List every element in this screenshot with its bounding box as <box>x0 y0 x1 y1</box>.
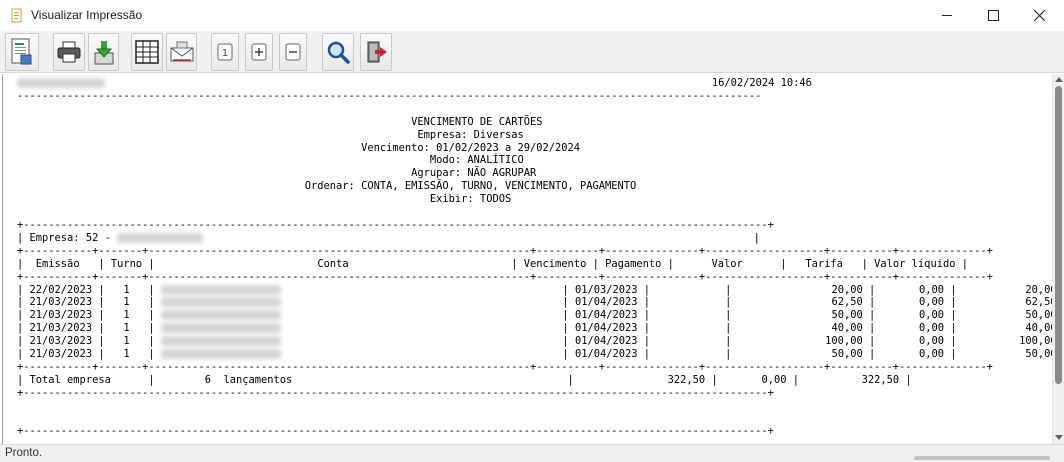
report-ordenar-line <box>17 180 305 192</box>
vertical-scroll-thumb[interactable] <box>1055 86 1062 384</box>
zoom-page-button[interactable]: 1 <box>211 33 239 71</box>
column-separator-bottom: +-----------+-------+-------------------… <box>17 360 993 373</box>
col-turno: Turno <box>110 257 143 270</box>
app-icon <box>11 8 22 23</box>
report-exibir: Exibir: TODOS <box>429 193 512 206</box>
col-vencimento: Vencimento <box>523 257 587 270</box>
col-tarifa: Tarifa <box>805 257 843 270</box>
horizontal-scroll-thumb[interactable] <box>914 456 1050 460</box>
report-datetime: 16/02/2024 10:46 <box>711 77 812 89</box>
total-count: 6 <box>204 373 211 386</box>
col-emissao: Emissão <box>35 257 80 270</box>
total-count-label: lançamentos <box>223 373 293 386</box>
total-liquido: 322,50 <box>861 373 900 386</box>
horizontal-scrollbar[interactable] <box>912 453 1052 462</box>
total-tarifa: 0,00 <box>761 373 787 386</box>
report-agrupar-line <box>17 167 411 179</box>
total-row: | Total empresa | 6 lançamentos | 322,50… <box>17 373 912 386</box>
table-row: | 21/03/2023 | 1 | | 01/04/2023 | | 62,5… <box>17 296 1052 309</box>
envelope-icon <box>170 41 193 62</box>
report-vencimento: Vencimento: 01/02/2023 a 29/02/2024 <box>361 141 581 154</box>
table-row: | 21/03/2023 | 1 | | 01/04/2023 | | 50,0… <box>17 309 1052 322</box>
zoom-in-icon <box>251 43 267 61</box>
search-button[interactable] <box>322 33 354 71</box>
zoom-page-icon: 1 <box>217 43 233 61</box>
table-row: | 21/03/2023 | 1 | | 01/04/2023 | | 40,0… <box>17 322 1052 335</box>
magnifier-icon <box>327 41 350 64</box>
col-conta: Conta <box>317 257 349 270</box>
close-button[interactable] <box>1016 0 1062 31</box>
report-empresa-line <box>17 129 417 141</box>
company-line-pad: | <box>203 231 760 244</box>
table-row: | 21/03/2023 | 1 | | 01/04/2023 | | 100,… <box>17 335 1052 348</box>
table-row: | 22/02/2023 | 1 | | 01/03/2023 | | 20,0… <box>17 283 1052 296</box>
title-bar: Visualizar Impressão <box>0 0 1064 31</box>
document-preview-icon <box>11 38 32 65</box>
email-button[interactable] <box>166 33 197 71</box>
exit-button[interactable] <box>360 33 392 71</box>
report-ordenar: Ordenar: CONTA, EMISSÃO, TURNO, VENCIMEN… <box>304 180 637 193</box>
box-border-bottom: +---------------------------------------… <box>17 386 774 399</box>
report-title: VENCIMENTO DE CARTÕES <box>411 115 543 128</box>
total-label: Total empresa <box>29 373 111 386</box>
col-valor-liquido: Valor líquido <box>874 257 956 270</box>
zoom-out-icon <box>285 43 301 61</box>
report-empresa: Empresa: Diversas <box>417 128 524 141</box>
redacted-header-left <box>17 77 105 89</box>
total-valor: 322,50 <box>667 373 706 386</box>
exit-door-icon <box>367 41 387 63</box>
column-separator-top: +-----------+-------+-------------------… <box>17 244 993 257</box>
zoom-in-button[interactable] <box>245 33 273 71</box>
report-modo: Modo: ANALÍTICO <box>429 154 524 167</box>
report-header-spacer <box>105 77 712 89</box>
table-row: | 21/03/2023 | 1 | | 01/04/2023 | | 50,0… <box>17 348 1052 361</box>
status-bar: Pronto. <box>0 444 1064 462</box>
col-valor: Valor <box>711 257 743 270</box>
minimize-button[interactable] <box>924 0 970 31</box>
report-separator: ----------------------------------------… <box>17 89 762 102</box>
column-separator-mid: +-----------+-------+-------------------… <box>17 270 993 283</box>
report-exibir-line <box>17 193 430 205</box>
printer-icon <box>57 41 81 63</box>
scroll-down-icon[interactable] <box>1055 435 1063 440</box>
box-border-top: +---------------------------------------… <box>17 218 774 231</box>
company-label: | Empresa: 52 - <box>17 231 118 244</box>
col-pagamento: Pagamento <box>605 257 662 270</box>
redacted-company-name <box>117 232 204 244</box>
maximize-icon <box>987 10 999 21</box>
save-button[interactable] <box>88 33 119 71</box>
download-save-icon <box>94 41 113 65</box>
print-button[interactable] <box>53 33 85 71</box>
toolbar: 1 <box>0 31 1064 73</box>
report-vencimento-line <box>17 142 361 154</box>
report-title-line <box>17 116 411 128</box>
page-setup-button[interactable] <box>5 33 39 71</box>
minimize-icon <box>941 15 952 16</box>
window-title: Visualizar Impressão <box>31 8 143 22</box>
maximize-button[interactable] <box>970 0 1016 31</box>
report-modo-line <box>17 154 430 166</box>
box-border-next: +---------------------------------------… <box>17 425 774 438</box>
scroll-up-icon[interactable] <box>1055 77 1063 82</box>
spreadsheet-icon <box>135 40 159 64</box>
svg-text:1: 1 <box>222 48 228 59</box>
status-text: Pronto. <box>5 447 43 459</box>
report-body: 16/02/2024 10:46 -----------------------… <box>17 77 1052 438</box>
table-header-row: | Emissão | Turno | Conta | Vencimento |… <box>17 257 968 270</box>
vertical-scrollbar[interactable] <box>1052 74 1064 444</box>
close-icon <box>1033 10 1045 21</box>
report-agrupar: Agrupar: NÃO AGRUPAR <box>411 167 537 180</box>
report-preview[interactable]: 16/02/2024 10:46 -----------------------… <box>2 74 1052 444</box>
zoom-out-button[interactable] <box>279 33 307 71</box>
export-grid-button[interactable] <box>131 33 163 71</box>
